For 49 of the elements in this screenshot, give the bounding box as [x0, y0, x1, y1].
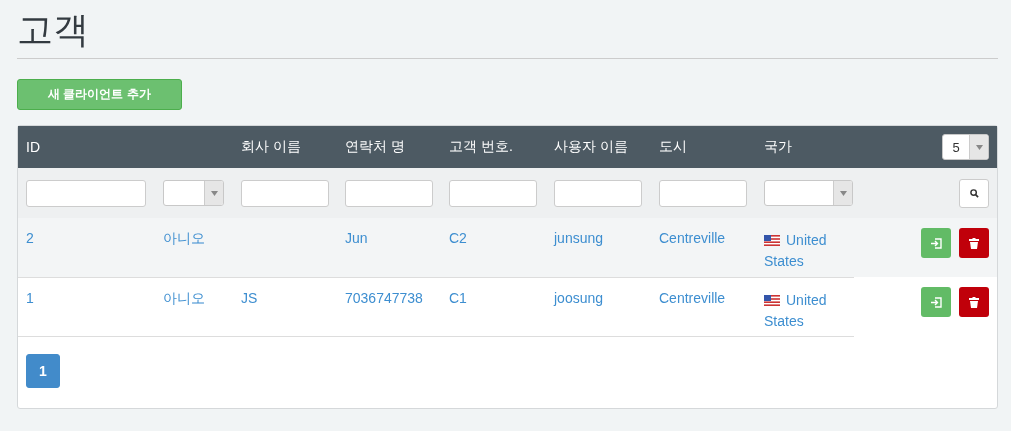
add-client-button[interactable]: 새 클라이언트 추가 — [17, 79, 182, 110]
table-cell-link[interactable]: 아니오 — [163, 230, 205, 246]
filter-select[interactable] — [163, 180, 224, 206]
table-cell-link[interactable]: junsung — [554, 230, 604, 246]
country-link[interactable]: United States — [764, 289, 846, 332]
filter-input[interactable] — [26, 179, 146, 207]
search-button[interactable] — [959, 178, 989, 208]
login-button[interactable] — [921, 287, 951, 317]
page-button[interactable]: 1 — [26, 353, 60, 388]
enter-icon — [930, 237, 942, 249]
filter-input[interactable] — [554, 179, 642, 207]
enter-icon — [930, 296, 942, 308]
column-header: 회사 이름 — [241, 138, 301, 154]
caret-icon — [975, 144, 983, 150]
column-header: 사용자 이름 — [554, 138, 628, 154]
delete-button[interactable] — [959, 287, 989, 317]
flag-icon — [764, 235, 780, 246]
table-cell-link[interactable]: 2 — [26, 230, 34, 246]
login-button[interactable] — [921, 228, 951, 258]
table-cell-link[interactable]: Jun — [345, 230, 368, 246]
delete-button[interactable] — [959, 228, 989, 258]
filter-input[interactable] — [345, 179, 433, 207]
column-header: 고객 번호. — [449, 138, 513, 154]
table-cell-link[interactable]: 1 — [26, 289, 34, 306]
column-header: 연락처 명 — [345, 138, 405, 154]
table-cell-link[interactable]: JS — [241, 289, 258, 306]
table-cell-link[interactable]: 아니오 — [163, 289, 205, 306]
column-header: 국가 — [764, 138, 792, 154]
caret-icon — [210, 190, 218, 196]
page-size-select[interactable]: 5 — [942, 134, 989, 160]
table-cell-link[interactable]: 7036747738 — [345, 289, 423, 306]
table-cell-link[interactable]: Centreville — [659, 289, 726, 306]
trash-icon — [969, 296, 979, 308]
trash-icon — [969, 237, 979, 249]
caret-icon — [839, 190, 847, 196]
filter-select[interactable] — [764, 180, 853, 206]
table-cell-link[interactable]: Centreville — [659, 230, 726, 246]
filter-input[interactable] — [659, 179, 747, 207]
page-title: 고객 — [17, 8, 89, 52]
column-header: ID — [26, 139, 40, 155]
flag-icon — [764, 294, 780, 306]
column-header: 도시 — [659, 138, 687, 154]
table-cell-link[interactable]: C1 — [449, 289, 467, 306]
filter-input[interactable] — [241, 179, 329, 207]
country-link[interactable]: United States — [764, 230, 846, 272]
search-icon — [969, 188, 979, 198]
table-cell-link[interactable]: joosung — [554, 289, 604, 306]
table-cell-link[interactable]: C2 — [449, 230, 467, 246]
filter-input[interactable] — [449, 179, 537, 207]
